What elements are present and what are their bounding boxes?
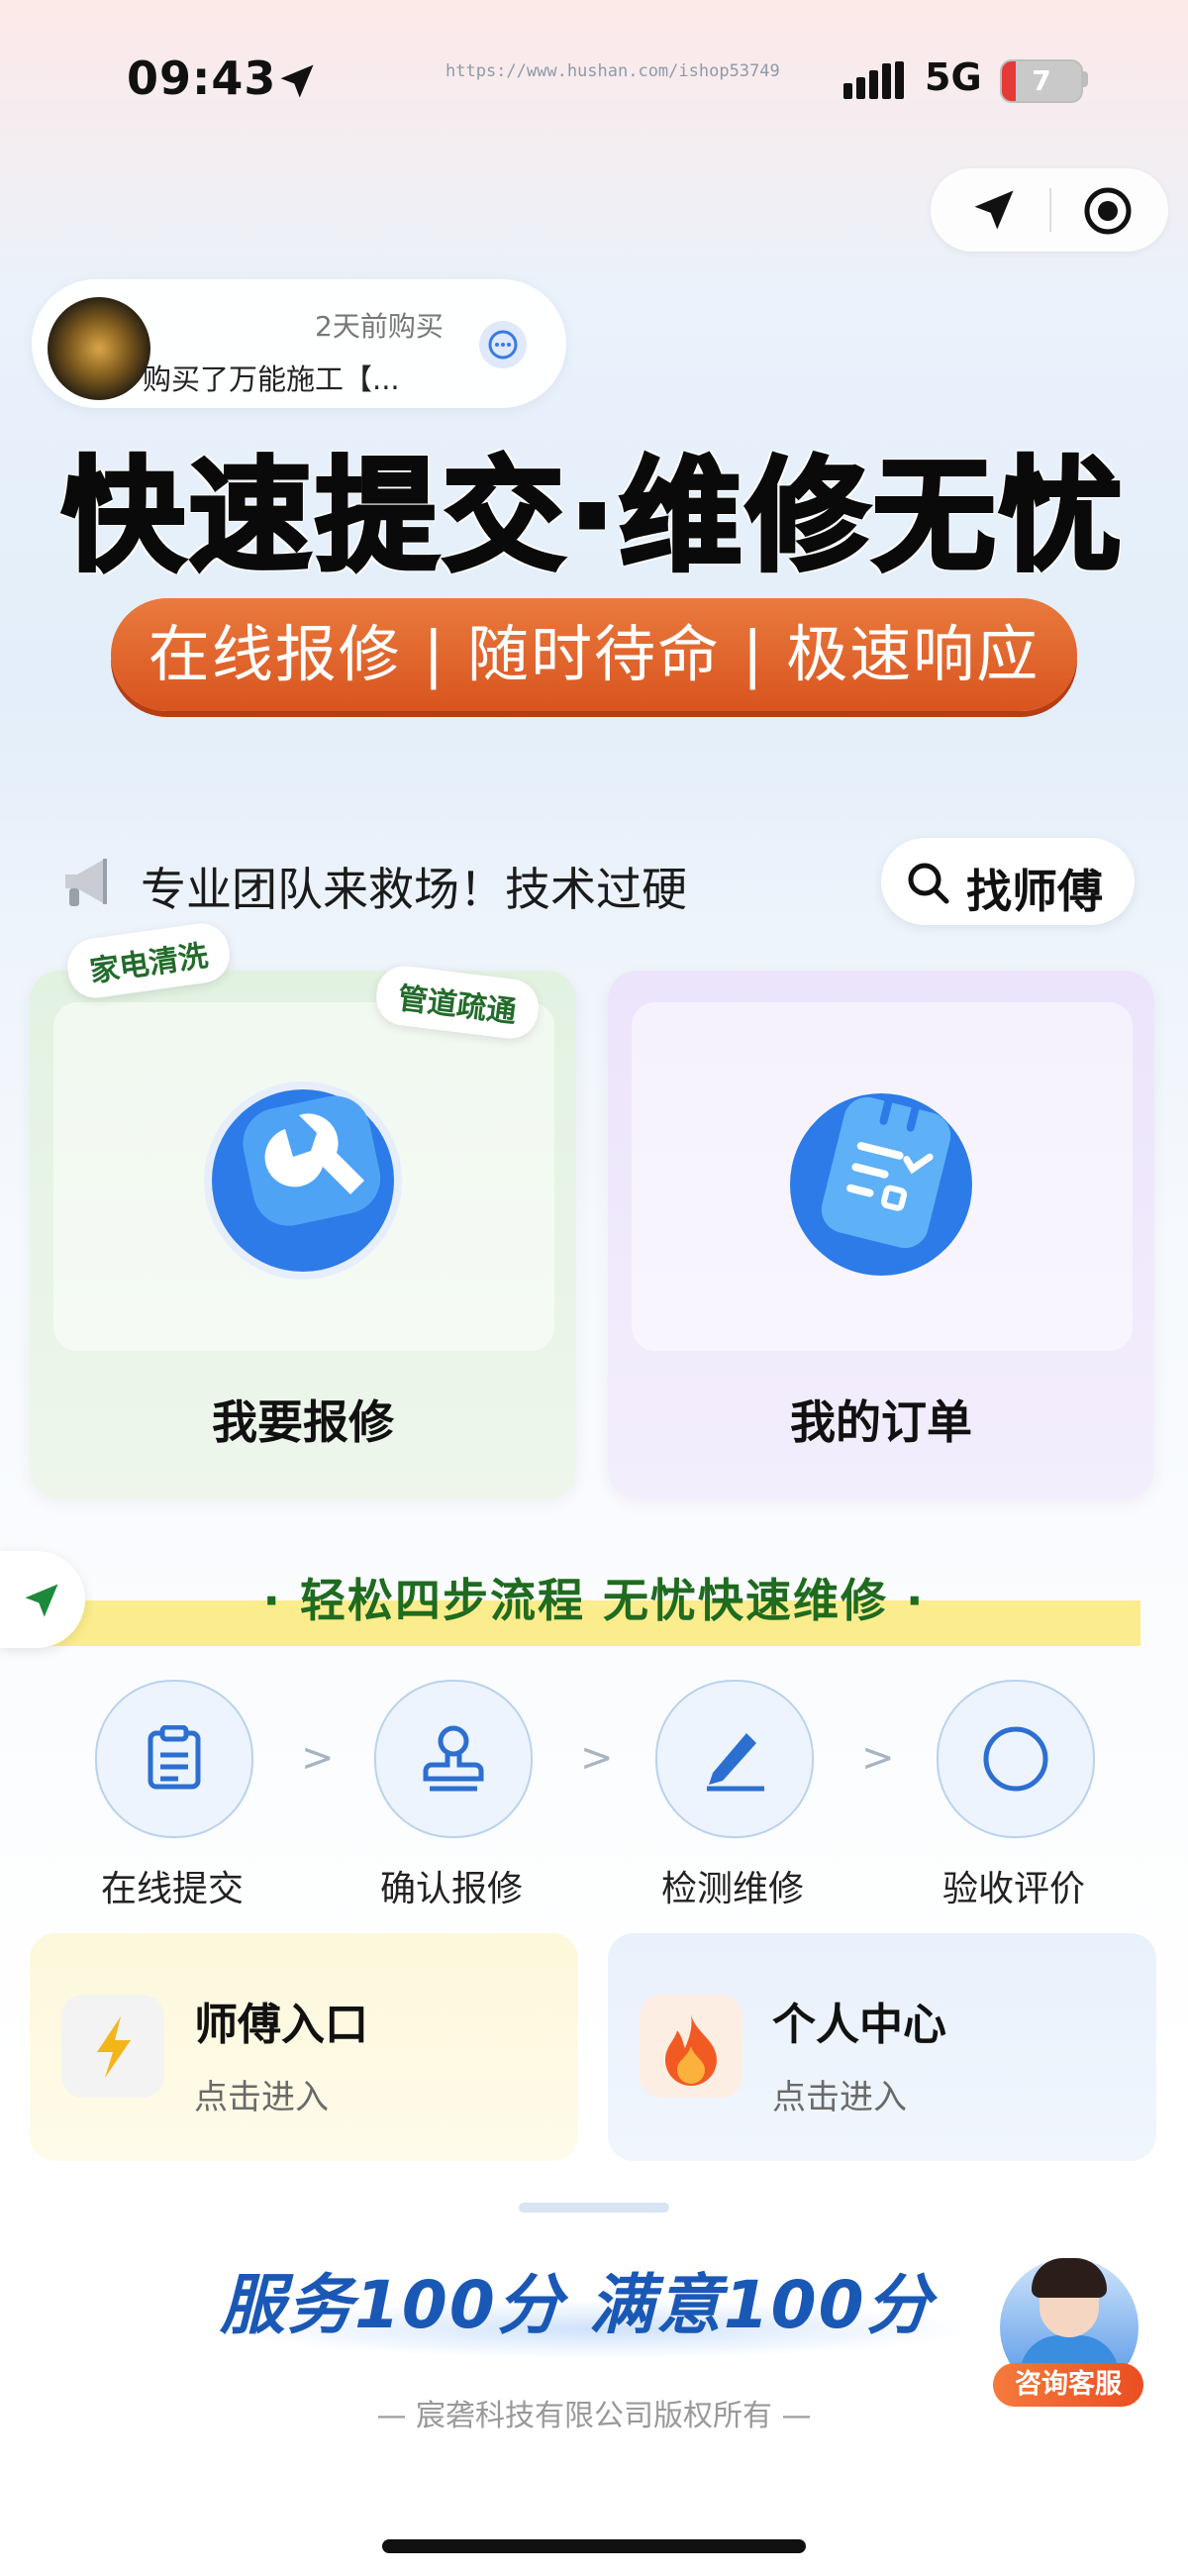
banner-subline: 在线报修 | 随时待命 | 极速响应 xyxy=(111,598,1077,711)
footer-slogan: 服务100分 满意100分 xyxy=(220,2267,934,2343)
purchase-time: 2天前购买 xyxy=(315,310,444,343)
step-arrow: > xyxy=(301,1735,335,1781)
signal-icon xyxy=(843,61,904,99)
status-time: 09:43 xyxy=(127,52,277,105)
step-circle-repair xyxy=(655,1680,814,1838)
step-label-repair: 检测维修 xyxy=(660,1869,804,1909)
step-arrow: > xyxy=(861,1735,895,1781)
network-type: 5G xyxy=(925,55,982,99)
step-label-confirm: 确认报修 xyxy=(379,1869,523,1909)
step-circle-confirm xyxy=(374,1680,533,1838)
steps-section-title: · 轻松四步流程 无忧快速维修 · xyxy=(262,1574,926,1627)
megaphone-icon xyxy=(65,859,107,906)
step-label-submit: 在线提交 xyxy=(100,1869,244,1909)
customer-service-button[interactable]: 咨询客服 xyxy=(993,2363,1143,2407)
personal-center-subtitle: 点击进入 xyxy=(772,2078,907,2117)
search-icon xyxy=(908,863,949,904)
record-circle-icon[interactable] xyxy=(1083,186,1133,236)
stamp-icon xyxy=(423,1725,484,1792)
buyer-avatar xyxy=(48,297,150,400)
step-circle-submit xyxy=(95,1680,253,1838)
orders-card-label: 我的订单 xyxy=(790,1395,972,1449)
location-arrow-icon xyxy=(25,1584,58,1617)
status-url: https://www.hushan.com/ishop53749 xyxy=(446,61,780,81)
clipboard-icon xyxy=(148,1725,201,1790)
repair-card-label: 我要报修 xyxy=(212,1395,394,1449)
master-entry-title: 师傅入口 xyxy=(194,2000,368,2050)
chat-bubble-icon[interactable] xyxy=(479,321,527,368)
find-master-label: 找师傅 xyxy=(966,865,1103,918)
battery-tip xyxy=(1082,71,1088,87)
navigation-arrow-icon[interactable] xyxy=(968,184,1020,236)
fire-icon xyxy=(640,1995,742,2098)
divider xyxy=(519,2203,669,2213)
pen-icon xyxy=(707,1733,764,1792)
battery-level: 7 xyxy=(1032,64,1051,97)
lightning-icon xyxy=(61,1995,164,2098)
notice-text: 专业团队来救场！技术过硬 xyxy=(141,863,687,916)
master-entry-subtitle: 点击进入 xyxy=(194,2078,329,2117)
personal-center-title: 个人中心 xyxy=(772,2000,946,2050)
capsule-divider xyxy=(1049,188,1051,232)
circle-icon xyxy=(983,1726,1048,1792)
wrench-icon xyxy=(204,1082,402,1280)
home-indicator[interactable] xyxy=(382,2539,806,2553)
purchase-text: 购买了万能施工【... xyxy=(143,362,400,396)
battery-icon: 7 xyxy=(1000,59,1083,103)
step-circle-review xyxy=(937,1680,1095,1838)
location-arrow-icon xyxy=(280,64,314,98)
banner-headline: 快速提交·维修无忧 xyxy=(59,444,1127,590)
step-label-review: 验收评价 xyxy=(941,1869,1085,1909)
clipboard-checklist-icon xyxy=(790,1093,972,1276)
step-arrow: > xyxy=(580,1735,614,1781)
